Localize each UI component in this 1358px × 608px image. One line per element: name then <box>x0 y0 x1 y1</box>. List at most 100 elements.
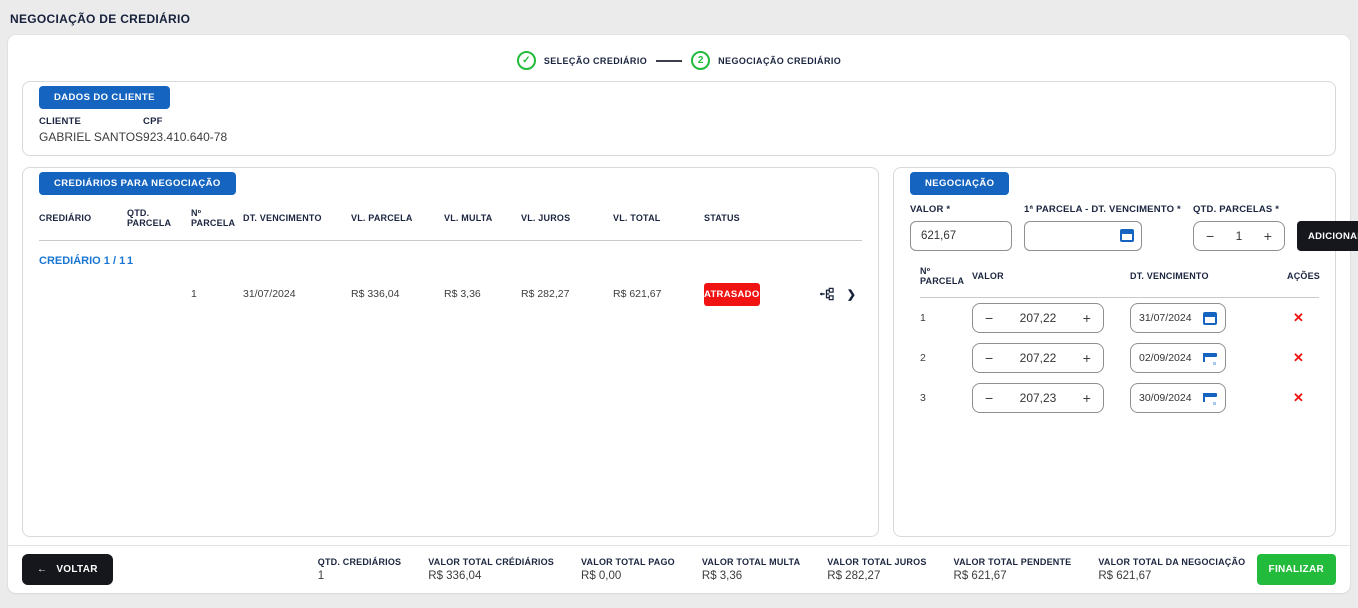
step-selecao-crediario[interactable]: ✓ SELEÇÃO CREDIÁRIO <box>517 51 647 70</box>
negotiation-row: 3 − 207,23 + 30/09/2024 <box>920 378 1319 418</box>
minus-icon[interactable]: − <box>1204 229 1216 243</box>
plus-icon[interactable]: + <box>1262 229 1274 243</box>
plus-icon[interactable]: + <box>1081 391 1093 405</box>
finalizar-button[interactable]: FINALIZAR <box>1257 554 1336 585</box>
col-dt-vencimento: DT. VENCIMENTO <box>243 213 351 223</box>
step-label: NEGOCIAÇÃO CREDIÁRIO <box>718 56 841 66</box>
qtd-parcelas-stepper: − 1 + <box>1193 221 1285 251</box>
calendar-icon <box>1203 352 1217 365</box>
total-valor-crediarios: VALOR TOTAL CRÉDIÁRIOS R$ 336,04 <box>428 557 554 582</box>
crediarios-badge: CREDIÁRIOS PARA NEGOCIAÇÃO <box>39 172 236 195</box>
col-vl-total: VL. TOTAL <box>613 213 704 223</box>
calendar-icon[interactable] <box>1120 229 1134 242</box>
client-fields: CLIENTE GABRIEL SANTOS CPF 923.410.640-7… <box>39 116 1319 144</box>
valor-value: 207,22 <box>1020 351 1057 365</box>
total-qtd-crediarios: QTD. CREDIÁRIOS 1 <box>318 557 402 582</box>
col-vl-parcela: VL. PARCELA <box>351 213 444 223</box>
total-valor-juros: VALOR TOTAL JUROS R$ 282,27 <box>827 557 926 582</box>
date-picker[interactable]: 02/09/2024 <box>1130 343 1226 373</box>
totals-summary: QTD. CREDIÁRIOS 1 VALOR TOTAL CRÉDIÁRIOS… <box>318 557 1246 582</box>
remove-row-icon[interactable]: ✕ <box>1293 350 1304 366</box>
valor-value: 207,23 <box>1020 391 1057 405</box>
col-status: STATUS <box>704 213 804 223</box>
crediario-group-row[interactable]: CREDIÁRIO 1 / 1 1 <box>39 241 862 273</box>
chevron-right-icon[interactable]: ❯ <box>847 288 856 301</box>
minus-icon[interactable]: − <box>983 351 995 365</box>
date-value: 30/09/2024 <box>1139 392 1192 404</box>
col-n-parcela: Nº PARCELA <box>191 208 243 228</box>
qtd-parcelas-value: 1 <box>1236 229 1243 243</box>
client-cpf-value: 923.410.640-78 <box>143 130 243 144</box>
crediarios-panel: CREDIÁRIOS PARA NEGOCIAÇÃO CREDIÁRIO QTD… <box>22 167 879 537</box>
content-panels: CREDIÁRIOS PARA NEGOCIAÇÃO CREDIÁRIO QTD… <box>22 167 1336 537</box>
total-valor-negociacao: VALOR TOTAL DA NEGOCIAÇÃO R$ 621,67 <box>1098 557 1245 582</box>
valor-input[interactable] <box>910 221 1012 251</box>
primeira-parcela-field: 1ª PARCELA - DT. VENCIMENTO * <box>1024 204 1181 251</box>
row-numero: 1 <box>920 312 972 324</box>
date-value: 02/09/2024 <box>1139 352 1192 364</box>
negotiation-table-header: Nº PARCELA VALOR DT. VENCIMENTO AÇÕES <box>920 266 1319 298</box>
total-valor-multa: VALOR TOTAL MULTA R$ 3,36 <box>702 557 800 582</box>
col-dt-vencimento: DT. VENCIMENTO <box>1130 271 1285 281</box>
step-number-icon: 2 <box>691 51 710 70</box>
minus-icon[interactable]: − <box>983 391 995 405</box>
client-data-panel: DADOS DO CLIENTE CLIENTE GABRIEL SANTOS … <box>22 81 1336 156</box>
status-badge: ATRASADO <box>704 283 760 306</box>
step-label: SELEÇÃO CREDIÁRIO <box>544 56 647 66</box>
installments-tree-icon[interactable] <box>819 287 834 301</box>
valor-field: VALOR * <box>910 204 1012 251</box>
plus-icon[interactable]: + <box>1081 311 1093 325</box>
voltar-button[interactable]: ← VOLTAR <box>22 554 113 585</box>
negotiation-table: Nº PARCELA VALOR DT. VENCIMENTO AÇÕES 1 … <box>910 266 1319 418</box>
step-connector <box>656 60 682 62</box>
negotiation-panel: NEGOCIAÇÃO VALOR * 1ª PARCELA - DT. VENC… <box>893 167 1336 537</box>
minus-icon[interactable]: − <box>983 311 995 325</box>
parcela-numero: 1 <box>191 288 243 300</box>
negotiation-badge: NEGOCIAÇÃO <box>910 172 1009 195</box>
top-bar: NEGOCIAÇÃO DE CREDIÁRIO <box>0 0 1358 35</box>
calendar-icon <box>1203 392 1217 405</box>
crediarios-table: CREDIÁRIO QTD. PARCELA Nº PARCELA DT. VE… <box>39 204 862 315</box>
col-vl-juros: VL. JUROS <box>521 213 613 223</box>
primeira-parcela-label: 1ª PARCELA - DT. VENCIMENTO * <box>1024 204 1181 215</box>
total-valor-pendente: VALOR TOTAL PENDENTE R$ 621,67 <box>954 557 1072 582</box>
main-card: ✓ SELEÇÃO CREDIÁRIO 2 NEGOCIAÇÃO CREDIÁR… <box>8 35 1350 593</box>
row-numero: 3 <box>920 392 972 404</box>
calendar-icon <box>1203 312 1217 325</box>
client-name-value: GABRIEL SANTOS <box>39 130 143 144</box>
row-numero: 2 <box>920 352 972 364</box>
date-picker[interactable]: 31/07/2024 <box>1130 303 1226 333</box>
step-negociacao-crediario[interactable]: 2 NEGOCIAÇÃO CREDIÁRIO <box>691 51 841 70</box>
qtd-parcelas-label: QTD. PARCELAS * <box>1193 204 1285 215</box>
client-data-badge: DADOS DO CLIENTE <box>39 86 170 109</box>
parcela-vl-multa: R$ 3,36 <box>444 288 521 300</box>
valor-stepper: − 207,22 + <box>972 343 1104 373</box>
negotiation-row: 2 − 207,22 + 02/09/2024 <box>920 338 1319 378</box>
valor-value: 207,22 <box>1020 311 1057 325</box>
voltar-label: VOLTAR <box>56 564 97 575</box>
col-acoes: AÇÕES <box>1285 271 1320 281</box>
parcela-vl-parcela: R$ 336,04 <box>351 288 444 300</box>
adicionar-button[interactable]: ADICIONAR <box>1297 221 1358 251</box>
remove-row-icon[interactable]: ✕ <box>1293 310 1304 326</box>
date-picker[interactable]: 30/09/2024 <box>1130 383 1226 413</box>
col-valor: VALOR <box>972 271 1130 281</box>
wizard-stepper: ✓ SELEÇÃO CREDIÁRIO 2 NEGOCIAÇÃO CREDIÁR… <box>8 35 1350 76</box>
remove-row-icon[interactable]: ✕ <box>1293 390 1304 406</box>
valor-stepper: − 207,22 + <box>972 303 1104 333</box>
plus-icon[interactable]: + <box>1081 351 1093 365</box>
crediario-group-label: CREDIÁRIO 1 / 1 <box>39 255 127 267</box>
arrow-left-icon: ← <box>37 564 47 575</box>
negotiation-row: 1 − 207,22 + 31/07/2024 <box>920 298 1319 338</box>
crediarios-table-header: CREDIÁRIO QTD. PARCELA Nº PARCELA DT. VE… <box>39 204 862 241</box>
client-name-field: CLIENTE GABRIEL SANTOS <box>39 116 143 144</box>
crediario-group-qtd: 1 <box>127 255 191 267</box>
footer-bar: ← VOLTAR QTD. CREDIÁRIOS 1 VALOR TOTAL C… <box>8 545 1350 593</box>
valor-label: VALOR * <box>910 204 1012 215</box>
client-name-label: CLIENTE <box>39 116 143 127</box>
col-qtd-parcela: QTD. PARCELA <box>127 208 191 228</box>
total-valor-pago: VALOR TOTAL PAGO R$ 0,00 <box>581 557 675 582</box>
col-crediario: CREDIÁRIO <box>39 213 127 223</box>
check-circle-icon: ✓ <box>517 51 536 70</box>
parcela-vl-juros: R$ 282,27 <box>521 288 613 300</box>
